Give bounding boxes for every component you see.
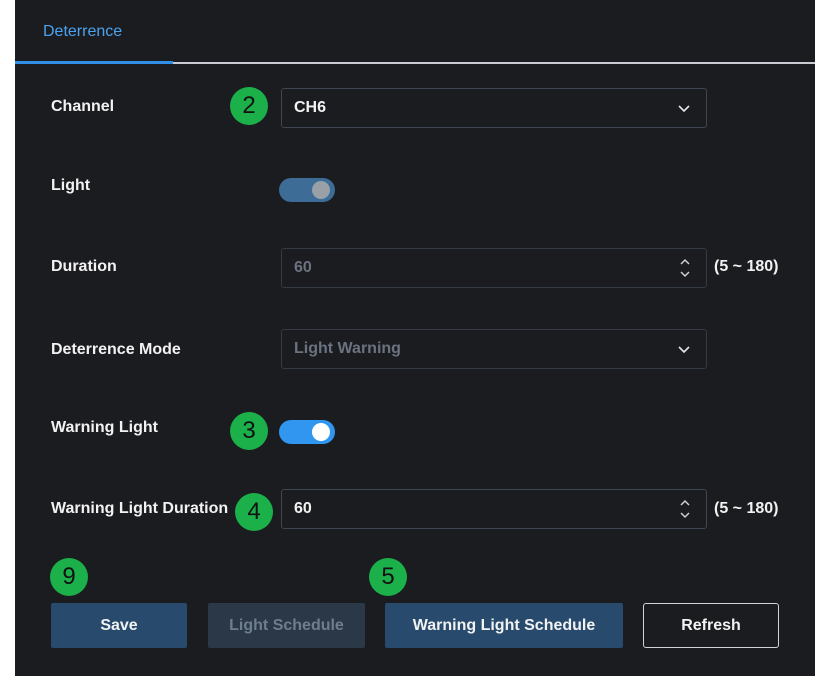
channel-label: Channel: [51, 98, 115, 115]
warning-light-duration-label: Warning Light Duration: [51, 500, 229, 517]
tab-bar: Deterrence: [15, 0, 815, 64]
warning-light-duration-value: 60: [294, 500, 312, 517]
channel-value: CH6: [294, 99, 327, 116]
tab-deterrence[interactable]: Deterrence: [15, 0, 173, 64]
annotation-badge: 4: [235, 493, 273, 531]
warning-light-label: Warning Light: [51, 419, 158, 436]
toggle-knob: [312, 423, 330, 441]
spinner-up-down-icon[interactable]: [678, 254, 692, 282]
refresh-button[interactable]: Refresh: [643, 603, 779, 648]
chevron-down-icon: [678, 346, 690, 354]
light-schedule-button[interactable]: Light Schedule: [208, 603, 365, 648]
warning-light-schedule-button[interactable]: Warning Light Schedule: [385, 603, 623, 648]
annotation-badge: 9: [50, 558, 88, 596]
duration-range: (5 ~ 180): [714, 258, 779, 275]
light-label: Light: [51, 177, 91, 194]
toggle-knob: [312, 181, 330, 199]
warning-light-duration-range: (5 ~ 180): [714, 500, 779, 517]
duration-label: Duration: [51, 258, 117, 275]
deterrence-mode-select[interactable]: Light Warning: [281, 329, 707, 369]
deterrence-mode-value: Light Warning: [294, 340, 401, 357]
save-button[interactable]: Save: [51, 603, 187, 648]
warning-light-duration-input[interactable]: 60: [281, 489, 707, 529]
annotation-badge: 3: [230, 412, 268, 450]
light-toggle[interactable]: [279, 178, 335, 202]
channel-select[interactable]: CH6: [281, 88, 707, 128]
deterrence-panel: Deterrence Channel CH6 Light Duration 60…: [15, 0, 815, 676]
spinner-up-down-icon[interactable]: [678, 495, 692, 523]
duration-input[interactable]: 60: [281, 248, 707, 288]
annotation-badge: 5: [369, 558, 407, 596]
annotation-badge: 2: [230, 87, 268, 125]
duration-value: 60: [294, 259, 312, 276]
warning-light-toggle[interactable]: [279, 420, 335, 444]
deterrence-mode-label: Deterrence Mode: [51, 341, 181, 358]
chevron-down-icon: [678, 105, 690, 113]
